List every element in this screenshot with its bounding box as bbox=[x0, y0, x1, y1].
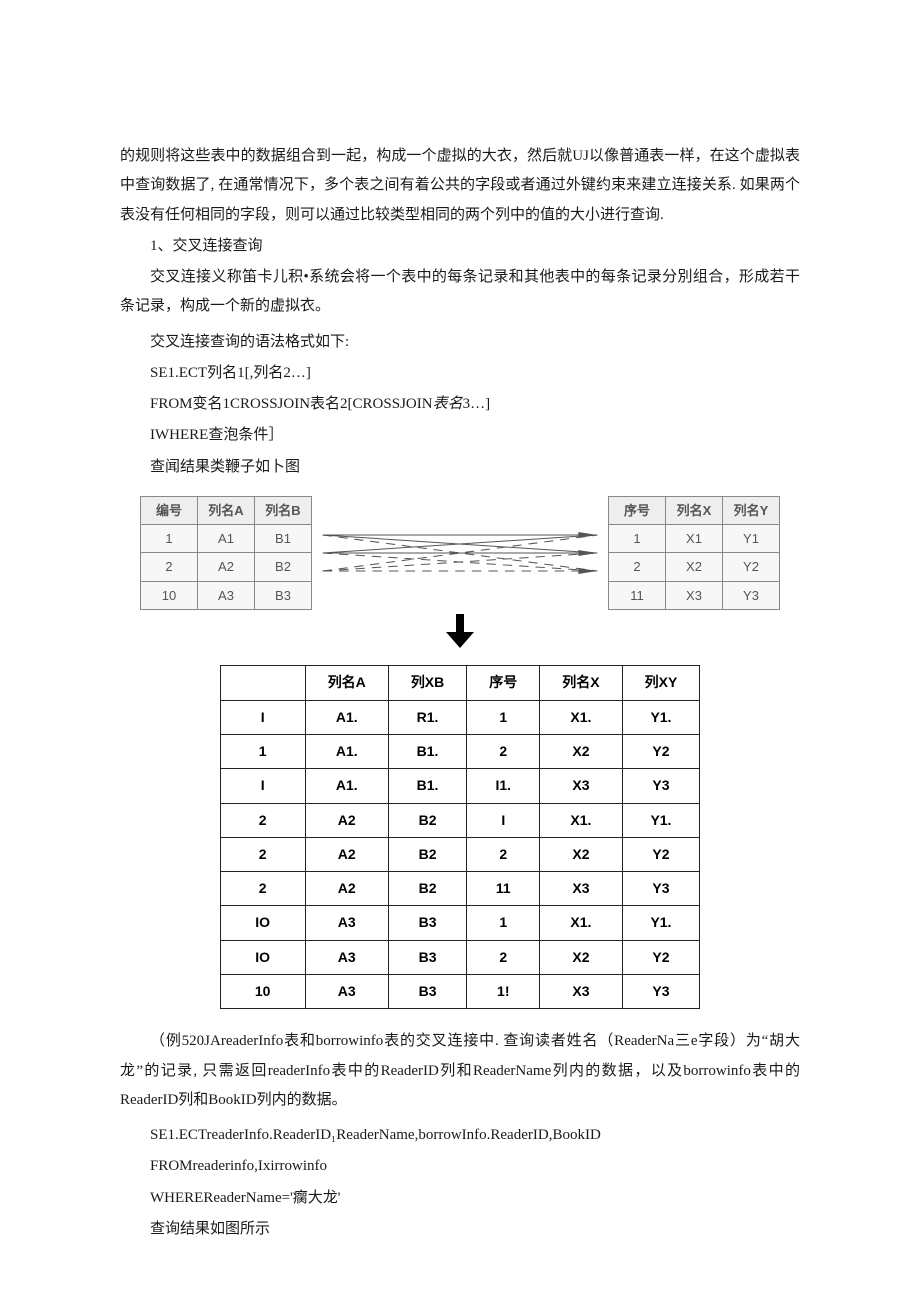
lt-h0: 编号 bbox=[141, 496, 198, 524]
code-from-a: FROM变名1CROSSJOIN表名2[CROSSJOIN bbox=[150, 396, 433, 412]
left-source-table: 编号 列名A 列名B 1A1B1 2A2B2 10A3B3 bbox=[140, 496, 312, 610]
code-from-c: 3…] bbox=[463, 396, 491, 412]
code-where-example: WHEREReaderName='瘸大龙' bbox=[120, 1184, 800, 1213]
lt-header: 编号 列名A 列名B bbox=[141, 496, 312, 524]
lt-row: 10A3B3 bbox=[141, 581, 312, 609]
table-row: 2A2B22X2Y2 bbox=[220, 837, 700, 871]
res-header: 列名A 列XB 序号 列名X 列XY bbox=[220, 666, 700, 700]
table-row: IA1.R1.1X1.Y1. bbox=[220, 700, 700, 734]
section-heading: 1、交叉连接查询 bbox=[120, 232, 800, 261]
rt-row: 11X3Y3 bbox=[609, 581, 780, 609]
arrow-down-icon bbox=[140, 614, 780, 659]
code-where: IWHERE查泡条件］ bbox=[120, 421, 800, 450]
table-row: IA1.B1.I1.X3Y3 bbox=[220, 769, 700, 803]
rt-h1: 列名X bbox=[666, 496, 723, 524]
right-source-table: 序号 列名X 列名Y 1X1Y1 2X2Y2 11X3Y3 bbox=[608, 496, 780, 610]
paragraph-intro: 的规则将这些表中的数据组合到一起，构成一个虚拟的大衣，然后就UJ以像普通表一样，… bbox=[120, 142, 800, 230]
rt-h0: 序号 bbox=[609, 496, 666, 524]
lt-row: 1A1B1 bbox=[141, 525, 312, 553]
code-from-example: FROMreaderinfo,Ixirrowinfo bbox=[120, 1152, 800, 1181]
code-from-b: 表名 bbox=[433, 396, 463, 412]
example-paragraph: （例520JAreaderInfo表和borrowinfo表的交叉连接中. 查询… bbox=[120, 1027, 800, 1115]
table-row: 1A1.B1.2X2Y2 bbox=[220, 734, 700, 768]
lt-row: 2A2B2 bbox=[141, 553, 312, 581]
code-from: FROM变名1CROSSJOIN表名2[CROSSJOIN表名3…] bbox=[120, 390, 800, 419]
crossjoin-lines-icon bbox=[318, 525, 602, 581]
rt-row: 2X2Y2 bbox=[609, 553, 780, 581]
source-tables-row: 编号 列名A 列名B 1A1B1 2A2B2 10A3B3 bbox=[140, 496, 780, 610]
table-row: 2A2B211X3Y3 bbox=[220, 872, 700, 906]
lt-h2: 列名B bbox=[255, 496, 312, 524]
rt-h2: 列名Y bbox=[723, 496, 780, 524]
table-row: IOA3B31X1.Y1. bbox=[220, 906, 700, 940]
code-select: SE1.ECT列名1[,列名2…] bbox=[120, 359, 800, 388]
result-label: 查询结果如图所示 bbox=[120, 1215, 800, 1244]
lt-h1: 列名A bbox=[198, 496, 255, 524]
rt-row: 1X1Y1 bbox=[609, 525, 780, 553]
result-table: 列名A 列XB 序号 列名X 列XY IA1.R1.1X1.Y1. 1A1.B1… bbox=[220, 665, 701, 1009]
syntax-label: 交叉连接查询的语法格式如下: bbox=[120, 328, 800, 357]
code-select-example: SE1.ECTreaderInfo.ReaderID₁ReaderName,bo… bbox=[120, 1121, 800, 1150]
rt-header: 序号 列名X 列名Y bbox=[609, 496, 780, 524]
result-intro: 查闻结果类鞭子如卜图 bbox=[120, 453, 800, 482]
paragraph-crossjoin-desc: 交叉连接义称笛卡儿积•系统会将一个表中的每条记录和其他表中的每条记录分別组合，形… bbox=[120, 263, 800, 322]
crossjoin-figure: 编号 列名A 列名B 1A1B1 2A2B2 10A3B3 bbox=[140, 496, 780, 1010]
document-page: 的规则将这些表中的数据组合到一起，构成一个虚拟的大衣，然后就UJ以像普通表一样，… bbox=[0, 0, 920, 1306]
res-body: IA1.R1.1X1.Y1. 1A1.B1.2X2Y2 IA1.B1.I1.X3… bbox=[220, 700, 700, 1009]
table-row: IOA3B32X2Y2 bbox=[220, 940, 700, 974]
table-row: 10A3B31!X3Y3 bbox=[220, 975, 700, 1009]
table-row: 2A2B2IX1.Y1. bbox=[220, 803, 700, 837]
